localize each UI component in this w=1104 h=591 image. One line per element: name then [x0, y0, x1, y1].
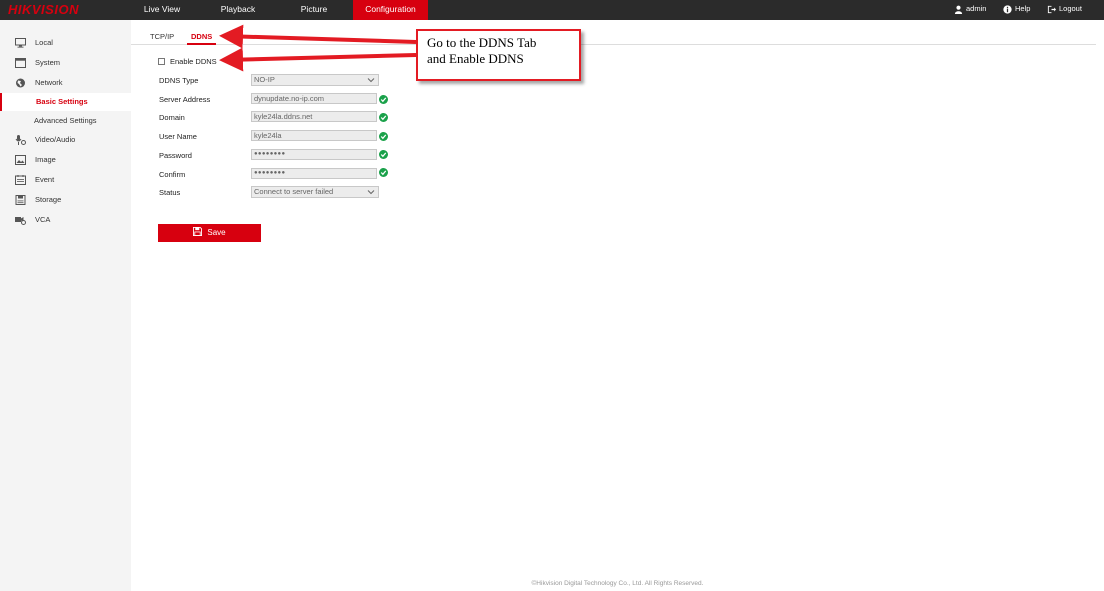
help-link[interactable]: Help	[1003, 0, 1030, 20]
help-label: Help	[1015, 4, 1031, 13]
floppy-disk-icon	[193, 227, 203, 237]
logout-label: Logout	[1059, 4, 1082, 13]
save-label: Save	[207, 228, 226, 237]
callout-line-1: Go to the DDNS Tab	[427, 35, 537, 50]
network-tabs: TCP/IP DDNS	[131, 28, 1096, 45]
ddns-type-value: NO-IP	[254, 75, 275, 84]
sidebar-item-label: Video/Audio	[35, 135, 76, 144]
tab-ddns[interactable]: DDNS	[187, 28, 217, 45]
sidebar-item-label: Basic Settings	[36, 97, 88, 106]
top-navigation-bar: HIKVISION Live View Playback Picture Con…	[0, 0, 1104, 20]
check-icon	[379, 113, 388, 122]
chevron-down-icon	[367, 190, 375, 195]
sidebar-item-label: Event	[35, 175, 55, 184]
instruction-callout: Go to the DDNS Tab and Enable DDNS	[416, 29, 581, 81]
status-value: Connect to server failed	[254, 187, 334, 196]
domain-label: Domain	[159, 113, 185, 122]
save-button[interactable]: Save	[158, 224, 261, 242]
annotation-arrows	[219, 24, 417, 72]
tab-tcpip[interactable]: TCP/IP	[150, 28, 174, 45]
sidebar-item-event[interactable]: Event	[0, 171, 131, 189]
sidebar-item-label: Local	[35, 38, 53, 47]
password-label: Password	[159, 151, 192, 160]
sidebar-item-video-audio[interactable]: Video/Audio	[0, 131, 131, 149]
nav-configuration[interactable]: Configuration	[353, 0, 428, 20]
sidebar-item-storage[interactable]: Storage	[0, 191, 131, 209]
sidebar-item-basic-settings[interactable]: Basic Settings	[0, 93, 131, 111]
ddns-type-select[interactable]: NO-IP	[251, 74, 379, 86]
vca-icon	[15, 217, 26, 225]
sidebar-item-advanced-settings[interactable]: Advanced Settings	[0, 112, 131, 130]
server-address-label: Server Address	[159, 95, 211, 104]
callout-line-2: and Enable DDNS	[427, 51, 524, 66]
sidebar-item-label: Image	[35, 155, 56, 164]
check-icon	[379, 132, 388, 141]
help-icon	[1003, 4, 1012, 14]
password-input[interactable]: ●●●●●●●●	[251, 149, 377, 160]
enable-ddns-label: Enable DDNS	[170, 57, 217, 66]
nav-picture[interactable]: Picture	[283, 0, 345, 20]
logout-link[interactable]: Logout	[1047, 0, 1082, 20]
image-icon	[15, 155, 26, 165]
storage-icon	[15, 195, 26, 205]
domain-input[interactable]: kyle24la.ddns.net	[251, 111, 377, 122]
nav-live-view[interactable]: Live View	[131, 0, 193, 20]
ddns-type-label: DDNS Type	[159, 76, 199, 85]
event-icon	[15, 175, 26, 185]
sidebar-item-label: System	[35, 58, 61, 67]
chevron-down-icon	[367, 78, 375, 83]
sidebar-item-label: Storage	[35, 195, 62, 204]
sidebar-item-network[interactable]: Network	[0, 74, 131, 92]
hikvision-logo: HIKVISION	[8, 2, 79, 17]
sidebar: Local System Network Basic Settings Adva…	[0, 20, 131, 591]
globe-icon	[16, 78, 25, 88]
arrow-to-enable-ddns	[219, 47, 417, 72]
server-address-input[interactable]: dynupdate.no-ip.com	[251, 93, 377, 104]
logout-icon	[1047, 5, 1056, 13]
system-icon	[15, 58, 26, 68]
monitor-icon	[15, 38, 26, 48]
video-audio-icon	[15, 135, 26, 145]
copyright-footer: ©Hikvision Digital Technology Co., Ltd. …	[531, 580, 704, 587]
sidebar-item-label: Network	[35, 78, 63, 87]
sidebar-item-vca[interactable]: VCA	[0, 211, 131, 229]
user-name-input[interactable]: kyle24la	[251, 130, 377, 141]
confirm-label: Confirm	[159, 170, 186, 179]
sidebar-item-label: Advanced Settings	[34, 116, 97, 125]
user-menu[interactable]: admin	[954, 0, 986, 20]
user-name-label: User Name	[159, 132, 197, 141]
checkbox-box[interactable]	[158, 57, 165, 65]
sidebar-item-local[interactable]: Local	[0, 34, 131, 52]
status-select[interactable]: Connect to server failed	[251, 186, 379, 198]
check-icon	[379, 95, 388, 104]
nav-playback[interactable]: Playback	[207, 0, 269, 20]
check-icon	[379, 168, 388, 177]
check-icon	[379, 150, 388, 159]
confirm-password-input[interactable]: ●●●●●●●●	[251, 168, 377, 179]
sidebar-item-label: VCA	[35, 215, 51, 224]
sidebar-item-system[interactable]: System	[0, 54, 131, 72]
user-icon	[954, 5, 963, 14]
status-label: Status	[159, 188, 181, 197]
enable-ddns-checkbox[interactable]: Enable DDNS	[158, 57, 217, 67]
sidebar-item-image[interactable]: Image	[0, 151, 131, 169]
user-name: admin	[966, 4, 987, 13]
